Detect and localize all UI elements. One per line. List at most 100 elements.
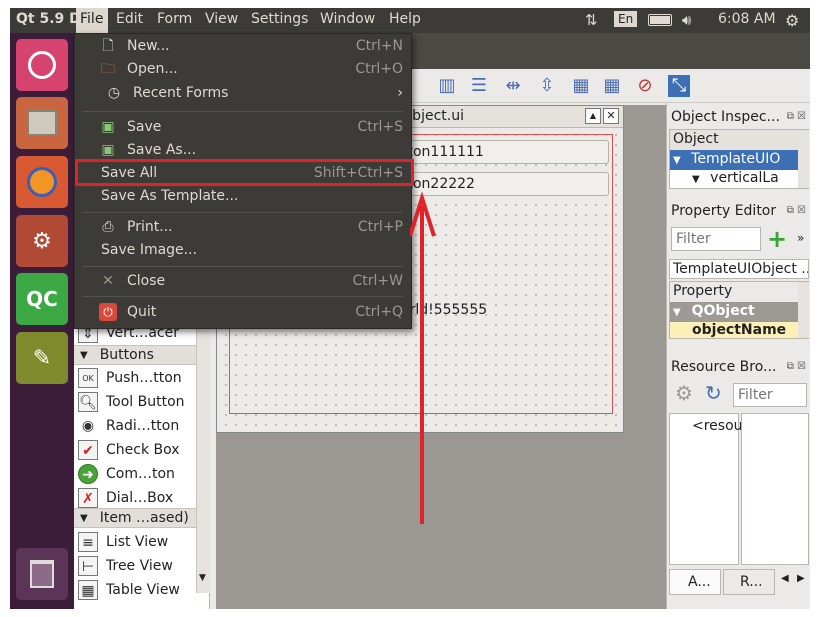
resource-root[interactable]: <resou	[692, 418, 743, 434]
property-object-name-row[interactable]: objectName	[670, 322, 798, 338]
tree-row-label: TemplateUIO	[691, 151, 781, 167]
menu-item-print[interactable]: ⎙ Print... Ctrl+P	[75, 216, 411, 239]
menu-item-close[interactable]: ✕ Close Ctrl+W	[75, 270, 411, 293]
dock-float-close-icons[interactable]: ⧉ ☒	[787, 111, 806, 122]
menu-window[interactable]: Window	[320, 11, 375, 27]
menu-item-label: Save	[127, 119, 162, 135]
firefox-icon[interactable]	[16, 156, 68, 208]
menu-item-label: Recent Forms	[133, 85, 229, 101]
tree-row-template-object[interactable]: ▼ TemplateUIO	[670, 150, 798, 170]
dock-float-close-icons[interactable]: ⧉ ☒	[787, 361, 806, 372]
menu-item-save-as-template[interactable]: Save As Template...	[75, 185, 411, 208]
tab-resource-browser[interactable]: R...	[723, 569, 775, 595]
tree-view-icon: ⊢	[78, 556, 98, 576]
layout-horizontal-icon[interactable]: ▥	[436, 75, 458, 97]
tab-action-editor[interactable]: A...	[669, 569, 721, 595]
widget-label: Check Box	[106, 442, 180, 458]
widget-tool-button[interactable]: 🔍︎ Tool Button	[78, 390, 206, 414]
menu-settings[interactable]: Settings	[251, 11, 308, 27]
menu-help[interactable]: Help	[389, 11, 421, 27]
add-dynamic-property-icon[interactable]: +	[767, 225, 787, 253]
category-buttons[interactable]: ▼ Buttons	[74, 345, 196, 365]
object-inspector-title: Object Inspec...	[671, 109, 780, 125]
reload-icon[interactable]: ↻	[705, 381, 722, 405]
widget-push-button[interactable]: OK Push…tton	[78, 366, 206, 390]
trash-icon[interactable]	[16, 548, 68, 600]
layout-split-horizontal-icon[interactable]: ⇹	[502, 75, 524, 97]
menu-item-shortcut: Ctrl+W	[352, 273, 403, 289]
dock-float-close-icons[interactable]: ⧉ ☒	[787, 205, 806, 216]
command-link-icon: ➜	[78, 464, 98, 484]
layout-vertical-icon[interactable]: ☰	[468, 75, 490, 97]
menu-separator	[83, 212, 403, 213]
menu-item-recent-forms[interactable]: ◷ Recent Forms ›	[75, 82, 411, 105]
menu-form[interactable]: Form	[157, 11, 192, 27]
volume-icon[interactable]: 🔊︎	[682, 11, 691, 29]
qt-creator-icon[interactable]: QC	[16, 273, 68, 325]
tree-row-vertical-layout[interactable]: ▼ verticalLa	[670, 170, 798, 188]
button-label: tton111111	[402, 144, 484, 160]
resource-browser-title: Resource Bro...	[671, 359, 777, 375]
more-icon[interactable]: »	[797, 231, 804, 245]
close-icon[interactable]: ✕	[603, 108, 619, 124]
menu-item-label: Print...	[127, 219, 173, 235]
menu-edit[interactable]: Edit	[116, 11, 143, 27]
widget-radio-button[interactable]: ◉ Radi…tton	[78, 414, 206, 438]
gear-icon[interactable]: ⚙	[785, 11, 799, 30]
resource-filter-input[interactable]	[733, 383, 807, 407]
recent-clock-icon: ◷	[107, 85, 121, 101]
ubuntu-dash-icon[interactable]	[16, 39, 68, 91]
tab-scroll-right-icon[interactable]: ▶	[797, 573, 805, 584]
widget-list-view[interactable]: ≡ List View	[78, 530, 206, 554]
new-file-icon: 🗋︎	[102, 38, 114, 54]
clock[interactable]: 6:08 AM	[718, 11, 776, 27]
settings-gear-icon[interactable]: ⚙	[675, 381, 693, 405]
adjust-size-icon[interactable]: ⤡	[668, 75, 690, 97]
layout-split-vertical-icon[interactable]: ⇳	[536, 75, 558, 97]
save-as-icon: ▣	[101, 142, 115, 158]
menu-item-save-image[interactable]: Save Image...	[75, 239, 411, 262]
widget-label: Table View	[106, 582, 180, 598]
menu-item-shortcut: Ctrl+S	[357, 119, 403, 135]
widget-tree-view[interactable]: ⊢ Tree View	[78, 554, 206, 578]
print-icon: ⎙	[102, 219, 114, 235]
list-view-icon: ≡	[78, 532, 98, 552]
object-column-header[interactable]: Object	[670, 130, 798, 150]
system-settings-icon[interactable]: ⚙	[16, 215, 68, 267]
group-label: QObject	[691, 303, 755, 319]
battery-icon[interactable]	[648, 14, 672, 26]
widget-table-view[interactable]: ▦ Table View	[78, 578, 206, 602]
property-group-qobject[interactable]: ▼ QObject	[670, 302, 798, 322]
menu-view[interactable]: View	[205, 11, 238, 27]
tab-scroll-left-icon[interactable]: ◀	[781, 573, 789, 584]
qt-designer-icon[interactable]: ✎	[16, 332, 68, 384]
property-object-name: TemplateUIObject ...	[669, 259, 809, 279]
menu-file[interactable]: File	[76, 8, 108, 33]
widget-label: List View	[106, 534, 169, 550]
files-icon[interactable]	[16, 97, 68, 149]
layout-grid-icon[interactable]: ▦	[601, 75, 623, 97]
category-item-views[interactable]: ▼ Item …ased)	[74, 508, 196, 528]
object-inspector-scrollbar[interactable]	[798, 130, 809, 188]
widget-check-box[interactable]: ✔ Check Box	[78, 438, 206, 462]
property-scrollbar[interactable]	[798, 282, 809, 338]
menu-item-save[interactable]: ▣ Save Ctrl+S	[75, 116, 411, 139]
menu-item-open[interactable]: 🗀︎ Open... Ctrl+O	[75, 58, 411, 81]
resource-tree[interactable]: <resou	[669, 413, 743, 565]
keyboard-layout[interactable]: En	[614, 11, 638, 27]
widget-command-link-button[interactable]: ➜ Com…ton	[78, 462, 206, 486]
widget-label: Tree View	[106, 558, 173, 574]
widget-dialog-button-box[interactable]: ✗ Dial…Box	[78, 486, 206, 510]
break-layout-icon[interactable]: ⊘	[634, 75, 656, 97]
resource-list[interactable]	[741, 413, 809, 565]
scroll-down-icon[interactable]: ▼	[199, 573, 206, 583]
maximize-icon[interactable]: ▲	[585, 108, 601, 124]
widget-label: Push…tton	[106, 370, 182, 386]
network-icon[interactable]: ⇅	[585, 11, 598, 29]
property-filter-input[interactable]	[671, 227, 761, 251]
menu-separator	[83, 111, 403, 112]
menu-item-new[interactable]: 🗋︎ New... Ctrl+N	[75, 35, 411, 58]
layout-form-icon[interactable]: ▦	[570, 75, 592, 97]
property-column-header[interactable]: Property	[670, 282, 798, 302]
menu-item-quit[interactable]: ⏻ Quit Ctrl+Q	[75, 301, 411, 324]
